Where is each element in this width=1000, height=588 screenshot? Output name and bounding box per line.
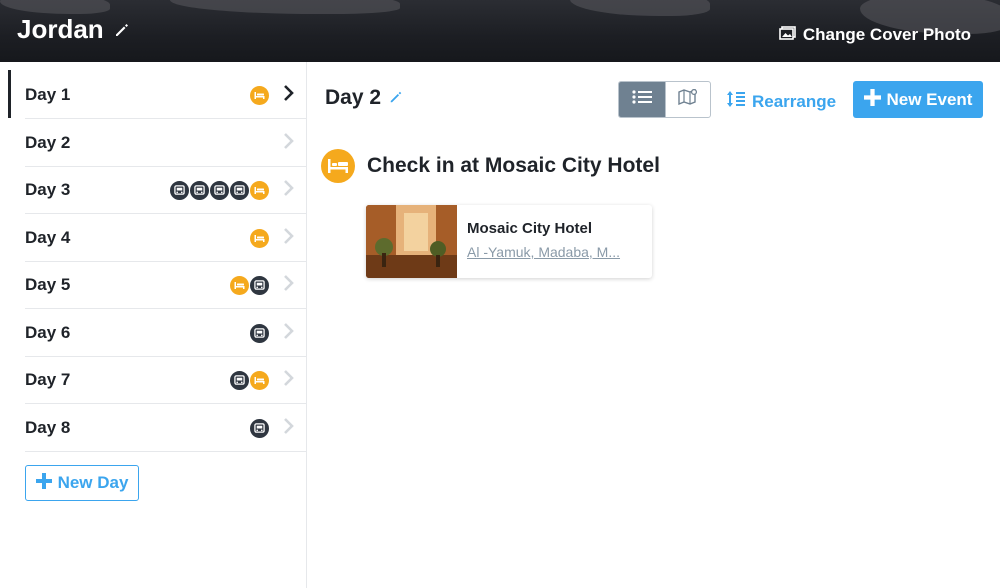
- bed-icon: [250, 181, 269, 200]
- place-address-link[interactable]: Al -Yamuk, Madaba, M...: [467, 244, 620, 260]
- list-icon: [632, 90, 652, 109]
- day-title: Day 2: [325, 86, 382, 109]
- chevron-right-icon: [283, 132, 295, 155]
- cover-photo: Jordan Change Cover Photo: [0, 0, 1000, 62]
- day-event-icons: [250, 323, 269, 343]
- change-cover-label: Change Cover Photo: [802, 24, 971, 44]
- edit-pencil-icon[interactable]: [389, 86, 403, 110]
- bus-icon: [250, 276, 269, 295]
- event-title: Check in at Mosaic City Hotel: [367, 154, 660, 177]
- chevron-right-icon: [283, 274, 295, 297]
- view-toggle: [618, 81, 711, 118]
- day-heading: Day 2: [325, 86, 403, 110]
- new-day-label: New Day: [57, 473, 129, 492]
- rearrange-label: Rearrange: [752, 91, 837, 111]
- cover-rock: [170, 0, 400, 14]
- place-card[interactable]: Mosaic City Hotel Al -Yamuk, Madaba, M..…: [366, 205, 652, 278]
- bed-icon: [321, 149, 355, 183]
- day-event-icons: [250, 86, 269, 105]
- place-name: Mosaic City Hotel: [467, 220, 593, 237]
- trip-title-text: Jordan: [17, 14, 104, 44]
- chevron-right-icon: [283, 322, 295, 345]
- chevron-right-icon: [283, 417, 295, 440]
- day-label: Day 6: [25, 322, 71, 342]
- bus-icon: [190, 181, 209, 200]
- day-label: Day 5: [25, 275, 71, 294]
- map-icon: [678, 88, 698, 110]
- bus-icon: [250, 418, 269, 438]
- day-event-icons: [250, 228, 269, 248]
- new-event-button[interactable]: New Event: [853, 81, 983, 118]
- bed-icon: [250, 371, 269, 390]
- day-event-icons: [230, 371, 269, 390]
- sidebar-day-item[interactable]: Day 5: [25, 262, 307, 309]
- day-event-icons: [230, 276, 269, 295]
- bed-icon: [250, 228, 269, 248]
- day-label: Day 3: [25, 180, 71, 199]
- rearrange-icon: [726, 89, 746, 114]
- rearrange-button[interactable]: Rearrange: [726, 89, 836, 114]
- chevron-right-icon: [283, 84, 295, 107]
- bus-icon: [210, 181, 229, 200]
- sidebar-day-item[interactable]: Day 3: [25, 167, 307, 214]
- sidebar-day-item[interactable]: Day 1: [25, 72, 307, 119]
- active-day-indicator: [8, 70, 11, 118]
- chevron-right-icon: [283, 179, 295, 202]
- chevron-right-icon: [283, 369, 295, 392]
- pencil-icon[interactable]: [114, 14, 130, 45]
- day-event-icons: [170, 181, 269, 200]
- bus-icon: [230, 371, 249, 390]
- sidebar-day-item[interactable]: Day 7: [25, 357, 307, 404]
- plus-icon: [863, 88, 881, 111]
- sidebar-day-item[interactable]: Day 8: [25, 405, 307, 452]
- change-cover-photo-button[interactable]: Change Cover Photo: [779, 24, 971, 45]
- event-item[interactable]: Check in at Mosaic City Hotel: [321, 149, 660, 183]
- day-label: Day 4: [25, 227, 71, 247]
- day-event-icons: [250, 418, 269, 438]
- photo-icon: [779, 24, 797, 45]
- day-label: Day 2: [25, 132, 71, 152]
- bus-icon: [170, 181, 189, 200]
- plus-icon: [35, 472, 52, 494]
- day-label: Day 1: [25, 85, 71, 104]
- day-label: Day 7: [25, 370, 71, 389]
- hotel-photo: [366, 205, 457, 278]
- bus-icon: [230, 181, 249, 200]
- bus-icon: [250, 323, 269, 343]
- map-view-button[interactable]: [664, 82, 711, 117]
- sidebar-day-item[interactable]: Day 2: [25, 120, 307, 167]
- chevron-right-icon: [283, 227, 295, 250]
- cover-rock: [0, 0, 110, 14]
- bed-icon: [230, 276, 249, 295]
- sidebar-day-item[interactable]: Day 4: [25, 215, 307, 262]
- trip-title: Jordan: [17, 14, 130, 45]
- day-label: Day 8: [25, 417, 71, 437]
- new-day-button[interactable]: New Day: [25, 465, 139, 501]
- new-event-label: New Event: [886, 89, 973, 109]
- bed-icon: [250, 86, 269, 105]
- sidebar-day-item[interactable]: Day 6: [25, 310, 307, 357]
- list-view-button[interactable]: [619, 82, 665, 117]
- cover-rock: [570, 0, 710, 16]
